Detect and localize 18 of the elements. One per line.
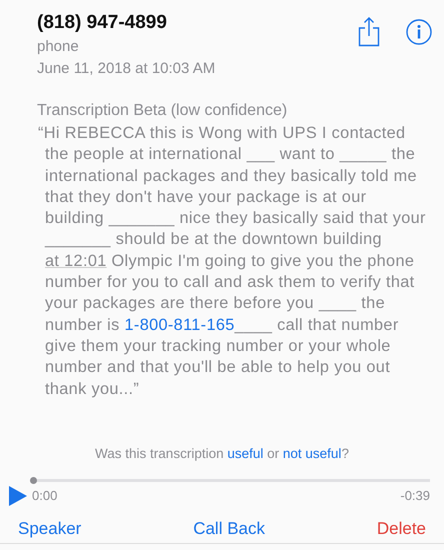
- progress-thumb[interactable]: [30, 477, 37, 484]
- remaining-time: -0:39: [400, 488, 430, 503]
- play-icon[interactable]: [8, 485, 28, 507]
- phone-link[interactable]: 1-800-811-165: [124, 316, 235, 334]
- delete-button[interactable]: Delete: [374, 515, 428, 543]
- feedback-question: Was this transcription useful or not useful?: [94, 446, 350, 461]
- call-date: June 11, 2018 at 10:03 AM: [37, 60, 216, 77]
- feedback-link[interactable]: not useful: [282, 446, 342, 461]
- elapsed-time: 0:00: [32, 488, 58, 503]
- action-button[interactable]: Speaker: [16, 515, 84, 543]
- transcription-text: “Hi REBECCA this is Wong with UPS I contacted the people at international ___ want to _____ the international packages and they basically told me that they don't have your package is at our building _______ nice they basically said that your _______ should be at the downtown building at 12:01 Olympic I'm going to give you the phone number for you to call and ask them to verify that your packages are there before you ____ the number is 1-800-811-165____ call that number give them your tracking number or your whole number and that you'll be able to help you out thank you...”: [38, 123, 427, 400]
- share-icon[interactable]: [358, 17, 380, 47]
- feedback-link[interactable]: useful: [227, 446, 264, 461]
- phone-number: (818) 947-4899: [37, 12, 168, 34]
- info-icon[interactable]: [406, 19, 432, 45]
- action-button[interactable]: Call Back: [191, 515, 267, 543]
- number-label: phone: [37, 38, 80, 55]
- transcription-title: Transcription Beta (low confidence): [37, 102, 288, 120]
